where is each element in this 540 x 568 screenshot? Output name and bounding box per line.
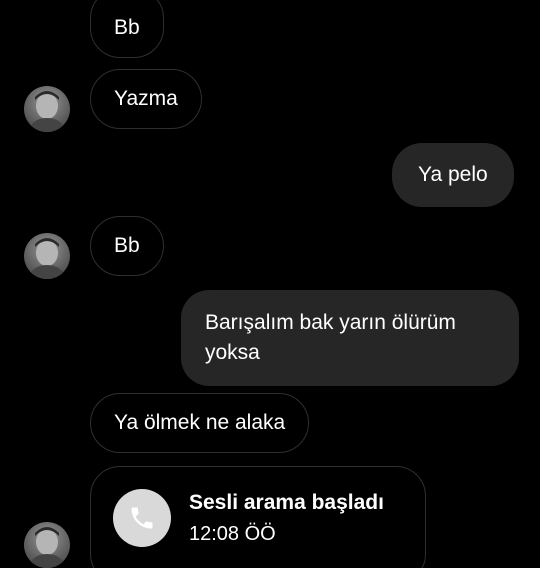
message-bubble-outgoing[interactable]: Barışalım bak yarın ölürüm yoksa xyxy=(181,290,519,386)
contact-avatar[interactable] xyxy=(24,522,70,568)
call-title: Sesli arama başladı xyxy=(189,491,384,514)
message-bubble-incoming[interactable]: Ya ölmek ne alaka xyxy=(90,393,310,453)
message-bubble-incoming[interactable]: Bb xyxy=(90,216,164,276)
message-bubble-outgoing[interactable]: Ya pelo xyxy=(392,143,514,207)
voice-call-card[interactable]: Sesli arama başladı 12:08 ÖÖ xyxy=(90,466,426,568)
message-text: Bb xyxy=(114,234,140,257)
message-thread[interactable]: Bb Yazma Ya pelo Bb Barışalım bak yarın … xyxy=(0,0,540,568)
call-time: 12:08 ÖÖ xyxy=(189,523,276,545)
message-bubble-incoming[interactable]: Yazma xyxy=(90,69,202,129)
message-text: Ya ölmek ne alaka xyxy=(114,411,286,434)
contact-avatar[interactable] xyxy=(24,86,70,132)
message-text: Bb xyxy=(114,16,140,39)
phone-icon xyxy=(113,489,171,547)
message-text: Yazma xyxy=(114,87,178,110)
message-text: Ya pelo xyxy=(418,163,488,186)
message-text: Barışalım bak yarın ölürüm yoksa xyxy=(205,311,456,364)
contact-avatar[interactable] xyxy=(24,233,70,279)
message-bubble-incoming[interactable]: Bb xyxy=(90,0,164,58)
